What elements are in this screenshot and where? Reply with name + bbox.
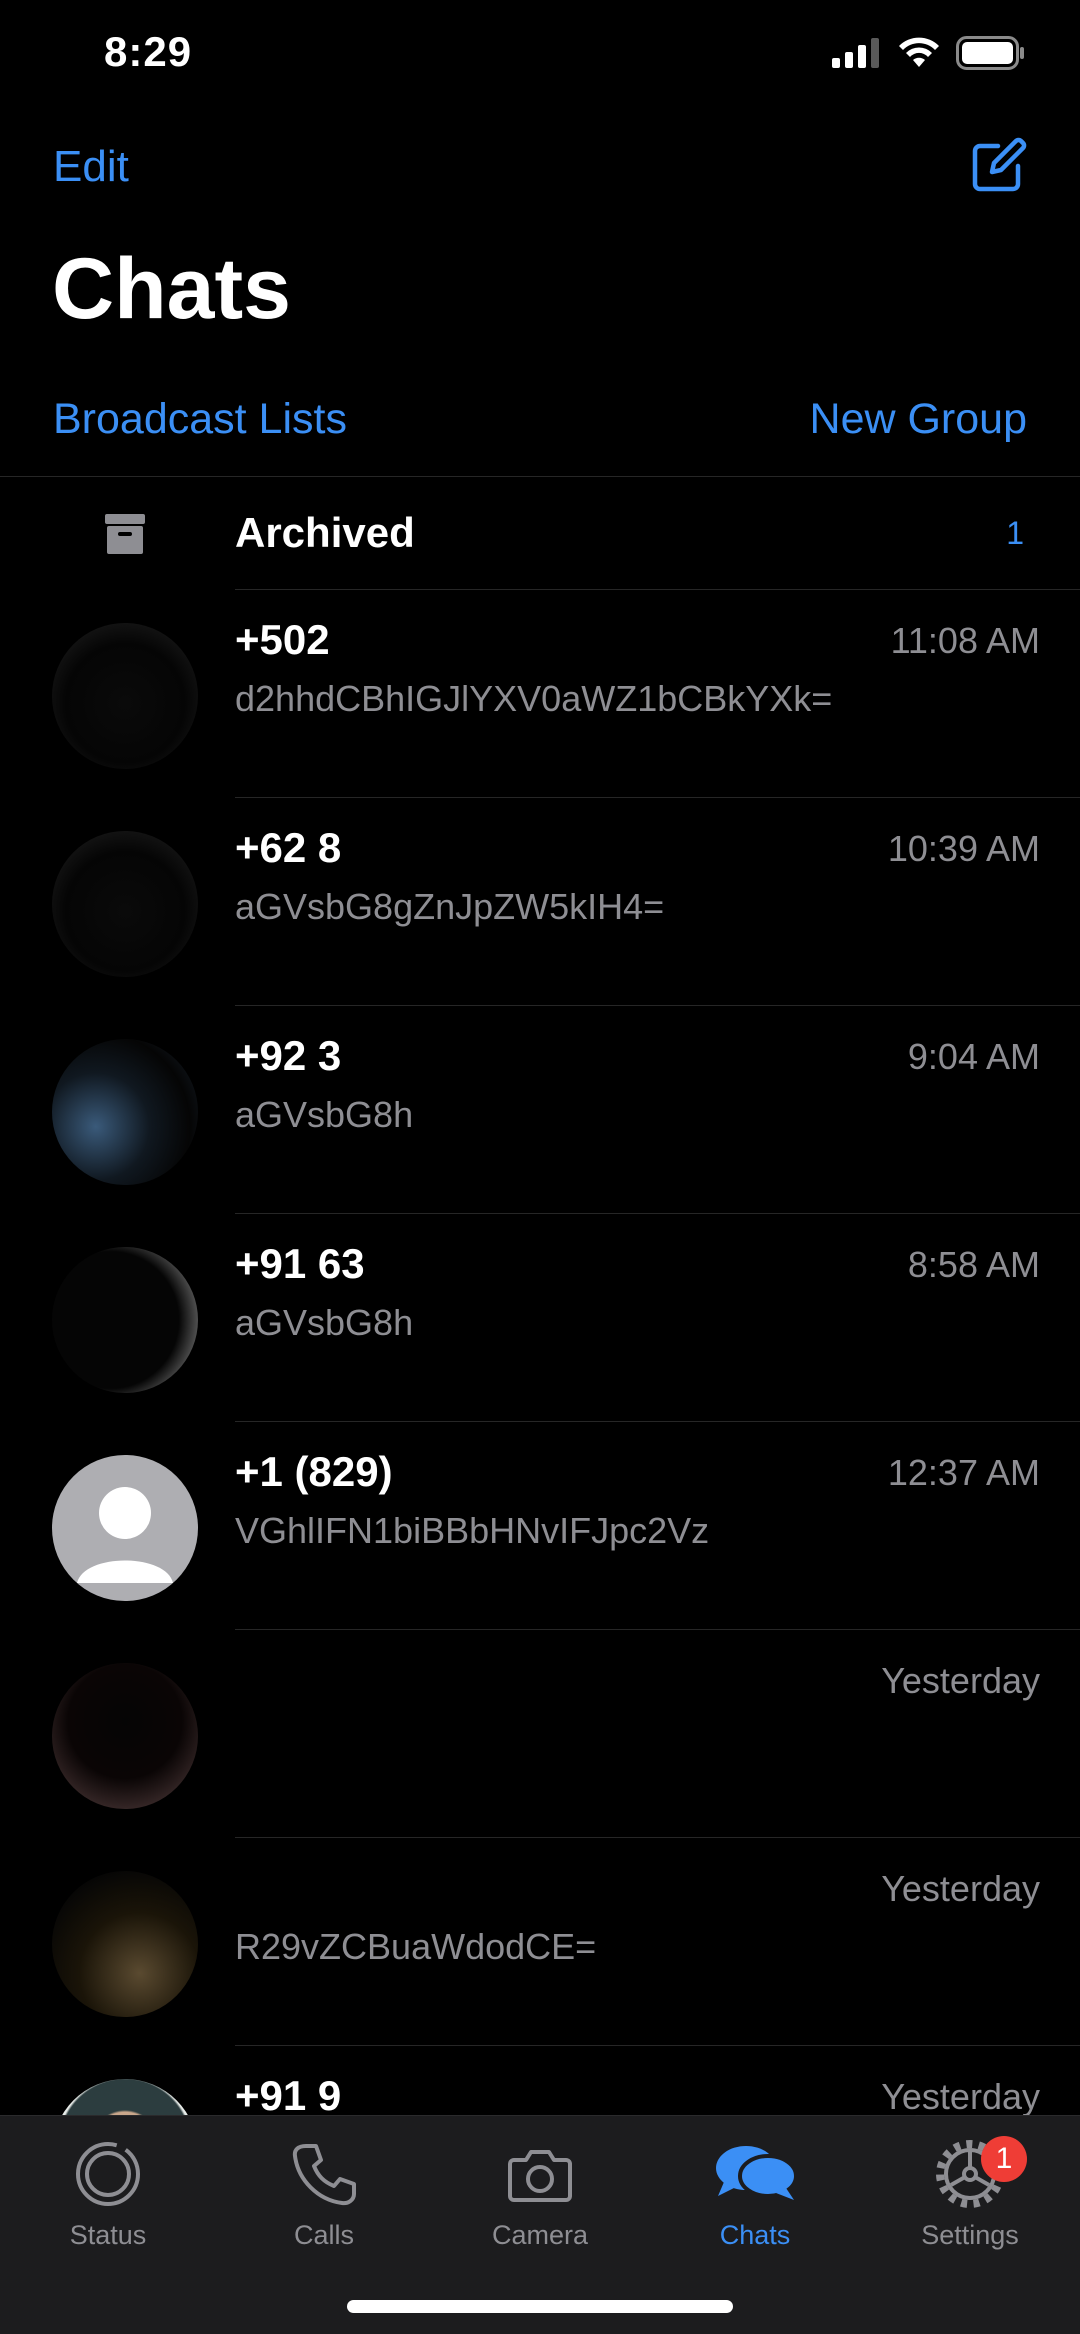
tab-label: Settings — [921, 2220, 1019, 2250]
avatar — [52, 623, 198, 769]
archived-row[interactable]: Archived 1 — [0, 477, 1080, 590]
chat-row[interactable]: +1 (829) 12:37 AM VGhlIFN1biBBbHNvIFJpc2… — [0, 1422, 1080, 1630]
chat-time: Yesterday — [881, 1868, 1040, 1909]
chat-message: aGVsbG8gZnJpZW5kIH4= — [235, 886, 665, 927]
compose-button[interactable] — [968, 136, 1028, 196]
chat-row[interactable]: +62 8 10:39 AM aGVsbG8gZnJpZW5kIH4= — [0, 798, 1080, 1006]
chat-name: +62 8 — [235, 824, 342, 871]
avatar — [52, 1663, 198, 1809]
chat-message: R29vZCBuaWdodCE= — [235, 1926, 597, 1967]
chat-time: 9:04 AM — [907, 1036, 1040, 1077]
notification-badge: 1 — [981, 2136, 1027, 2182]
chat-row[interactable]: +92 3 9:04 AM aGVsbG8h — [0, 1006, 1080, 1214]
tab-label: Calls — [293, 2220, 354, 2250]
status-icons — [832, 36, 1026, 70]
chat-name: +502 — [235, 616, 330, 663]
compose-icon — [972, 137, 1027, 192]
status-time: 8:29 — [104, 28, 193, 75]
archived-label: Archived — [235, 509, 415, 556]
camera-icon — [508, 2150, 572, 2202]
chat-time: 11:08 AM — [890, 620, 1040, 661]
page-title: Chats — [52, 241, 291, 337]
broadcast-lists-button[interactable]: Broadcast Lists — [53, 395, 347, 444]
avatar — [52, 1871, 198, 2017]
status-bar: 8:29 — [0, 0, 1080, 110]
chat-bubbles-icon — [716, 2146, 798, 2200]
default-avatar-icon — [77, 1487, 173, 1583]
chat-name: +1 (829) — [235, 1448, 393, 1495]
battery-icon — [956, 36, 1024, 70]
new-group-button[interactable]: New Group — [810, 395, 1027, 444]
signal-icon — [832, 38, 879, 68]
chat-row[interactable]: +91 63 8:58 AM aGVsbG8h — [0, 1214, 1080, 1422]
tab-label: Status — [69, 2220, 147, 2250]
home-indicator[interactable] — [347, 2300, 733, 2313]
chat-message: aGVsbG8h — [235, 1094, 414, 1135]
chat-time: 8:58 AM — [907, 1244, 1040, 1285]
avatar — [52, 1455, 198, 1601]
chat-name: +91 9 — [235, 2072, 342, 2119]
avatar — [52, 831, 198, 977]
tab-settings[interactable]: 1 Settings — [895, 2136, 1045, 2251]
archive-icon — [105, 514, 145, 554]
chat-list: +502 11:08 AM d2hhdCBhIGJlYXV0aWZ1bCBkYX… — [0, 590, 1080, 2254]
chat-time: Yesterday — [881, 1660, 1040, 1701]
wifi-icon — [899, 37, 939, 67]
phone-icon — [292, 2144, 356, 2206]
chat-name: +91 63 — [235, 1240, 365, 1287]
avatar — [52, 1247, 198, 1393]
tab-label: Chats — [719, 2220, 791, 2250]
edit-button[interactable]: Edit — [53, 142, 129, 192]
tab-status[interactable]: Status — [33, 2138, 183, 2251]
chat-time: 10:39 AM — [887, 828, 1040, 869]
tab-chats[interactable]: Chats — [680, 2138, 830, 2251]
chat-message: VGhlIFN1biBBbHNvIFJpc2Vz — [235, 1510, 710, 1551]
archived-count: 1 — [1006, 515, 1024, 551]
tab-label: Camera — [491, 2220, 589, 2250]
chat-name: +92 3 — [235, 1032, 342, 1079]
status-icon — [76, 2142, 140, 2206]
chat-message: d2hhdCBhIGJlYXV0aWZ1bCBkYXk= — [235, 678, 833, 719]
tab-calls[interactable]: Calls — [249, 2138, 399, 2251]
tab-camera[interactable]: Camera — [465, 2138, 615, 2251]
chat-time: 12:37 AM — [887, 1452, 1040, 1493]
chat-row[interactable]: Yesterday R29vZCBuaWdodCE= — [0, 1838, 1080, 2046]
chat-row[interactable]: Yesterday — [0, 1630, 1080, 1838]
chat-time: Yesterday — [881, 2076, 1040, 2117]
chat-row[interactable]: +502 11:08 AM d2hhdCBhIGJlYXV0aWZ1bCBkYX… — [0, 590, 1080, 798]
avatar — [52, 1039, 198, 1185]
chat-message: aGVsbG8h — [235, 1302, 414, 1343]
